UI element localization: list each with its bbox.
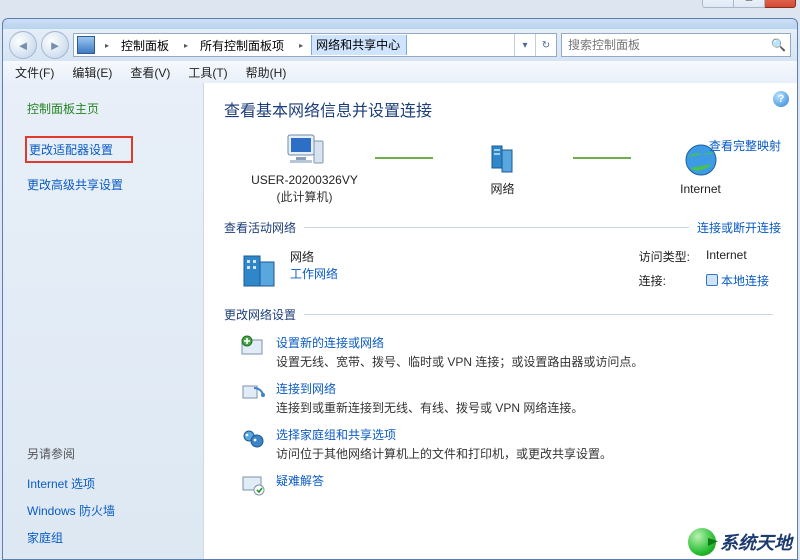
connector-line (375, 157, 433, 159)
content-area: 控制面板主页 更改适配器设置 更改高级共享设置 另请参阅 Internet 选项… (3, 83, 797, 559)
menu-view[interactable]: 查看(V) (122, 62, 178, 83)
menu-edit[interactable]: 编辑(E) (64, 62, 120, 83)
active-network-name: 网络 (290, 248, 639, 265)
homegroup-icon (240, 426, 266, 452)
sidebar-home[interactable]: 控制面板主页 (25, 95, 195, 122)
task-troubleshoot-link[interactable]: 疑难解答 (276, 472, 777, 489)
active-network-info: 网络 工作网络 (290, 248, 639, 292)
explorer-window: ◄ ► ▸ 控制面板 ▸ 所有控制面板项 ▸ 网络和共享中心 ▾ ↻ 🔍 文件(… (2, 18, 798, 560)
network-icon (482, 140, 524, 180)
connector-line (573, 157, 631, 159)
chevron-right-icon[interactable]: ▸ (295, 41, 307, 50)
node-network[interactable]: 网络 (433, 140, 573, 197)
task-connect-network: 连接到网络 连接到或重新连接到无线、有线、拨号或 VPN 网络连接。 (224, 375, 781, 421)
highlight-box: 更改适配器设置 (25, 136, 133, 163)
active-network-category-link[interactable]: 工作网络 (290, 265, 639, 282)
sidebar-adapter-settings[interactable]: 更改适配器设置 (25, 136, 195, 163)
active-networks-title: 查看活动网络 (224, 219, 296, 236)
page-heading: 查看基本网络信息并设置连接 (224, 97, 781, 121)
address-dropdown-button[interactable]: ▾ (514, 34, 535, 56)
building-icon (236, 248, 280, 292)
menu-help[interactable]: 帮助(H) (238, 62, 295, 83)
task-setup-connection-desc: 设置无线、宽带、拨号、临时或 VPN 连接；或设置路由器或访问点。 (276, 353, 777, 370)
sidebar-internet-options[interactable]: Internet 选项 (25, 470, 195, 497)
view-full-map-link[interactable]: 查看完整映射 (709, 137, 781, 154)
nav-bar: ◄ ► ▸ 控制面板 ▸ 所有控制面板项 ▸ 网络和共享中心 ▾ ↻ 🔍 (3, 29, 797, 62)
refresh-button[interactable]: ↻ (535, 34, 556, 56)
sidebar-advanced-sharing[interactable]: 更改高级共享设置 (25, 171, 195, 198)
task-homegroup-sharing-desc: 访问位于其他网络计算机上的文件和打印机，或更改共享设置。 (276, 445, 777, 462)
connect-network-icon (240, 380, 266, 406)
menu-file[interactable]: 文件(F) (7, 62, 62, 83)
plug-icon (706, 274, 718, 286)
maximize-button[interactable]: ◻ (734, 0, 765, 8)
computer-icon (284, 131, 326, 171)
troubleshoot-icon (240, 472, 266, 498)
menu-tools[interactable]: 工具(T) (180, 62, 235, 83)
sidebar-homegroup[interactable]: 家庭组 (25, 524, 195, 551)
divider (304, 227, 689, 228)
sidebar-windows-firewall[interactable]: Windows 防火墙 (25, 497, 195, 524)
sidebar: 控制面板主页 更改适配器设置 更改高级共享设置 另请参阅 Internet 选项… (3, 83, 203, 559)
back-button[interactable]: ◄ (9, 31, 37, 59)
address-bar[interactable]: ▸ 控制面板 ▸ 所有控制面板项 ▸ 网络和共享中心 ▾ ↻ (73, 33, 557, 57)
local-connection-link[interactable]: 本地连接 (721, 274, 769, 288)
node-this-pc[interactable]: USER-20200326VY (此计算机) (235, 131, 375, 205)
connect-disconnect-link[interactable]: 连接或断开连接 (697, 219, 781, 236)
close-button[interactable]: ✕ (765, 0, 796, 8)
chevron-right-icon[interactable]: ▸ (101, 41, 113, 50)
active-network-props: 访问类型: Internet 连接: 本地连接 (639, 248, 769, 292)
change-settings-header: 更改网络设置 (224, 306, 781, 323)
task-connect-network-desc: 连接到或重新连接到无线、有线、拨号或 VPN 网络连接。 (276, 399, 777, 416)
task-connect-network-link[interactable]: 连接到网络 (276, 380, 777, 397)
menu-bar: 文件(F) 编辑(E) 查看(V) 工具(T) 帮助(H) (3, 61, 797, 84)
address-tail: ▾ ↻ (514, 34, 556, 56)
task-homegroup-sharing: 选择家庭组和共享选项 访问位于其他网络计算机上的文件和打印机，或更改共享设置。 (224, 421, 781, 467)
setup-connection-icon (240, 334, 266, 360)
active-network-row: 网络 工作网络 访问类型: Internet 连接: 本地连接 (224, 242, 781, 292)
crumb-control-panel[interactable]: 控制面板 (117, 34, 176, 56)
search-input[interactable] (566, 37, 771, 53)
sidebar-seealso-label: 另请参阅 (25, 441, 195, 470)
active-networks-header: 查看活动网络 连接或断开连接 (224, 219, 781, 236)
main-panel: ? 查看基本网络信息并设置连接 查看完整映射 USER-2020032 (203, 83, 797, 559)
forward-button[interactable]: ► (41, 31, 69, 59)
connection-label: 连接: (639, 272, 690, 293)
crumb-all-items[interactable]: 所有控制面板项 (196, 34, 291, 56)
crumb-network-center[interactable]: 网络和共享中心 (311, 35, 407, 55)
access-type-label: 访问类型: (639, 248, 690, 269)
minimize-button[interactable]: — (702, 0, 734, 8)
node-pc-label: USER-20200326VY (251, 173, 358, 188)
node-pc-sublabel: (此计算机) (277, 190, 333, 205)
task-setup-connection-link[interactable]: 设置新的连接或网络 (276, 334, 777, 351)
node-network-label: 网络 (490, 182, 514, 197)
task-list: 设置新的连接或网络 设置无线、宽带、拨号、临时或 VPN 连接；或设置路由器或访… (224, 329, 781, 503)
task-setup-connection: 设置新的连接或网络 设置无线、宽带、拨号、临时或 VPN 连接；或设置路由器或访… (224, 329, 781, 375)
node-internet-label: Internet (680, 182, 721, 197)
help-icon[interactable]: ? (773, 91, 789, 107)
change-settings-title: 更改网络设置 (224, 306, 296, 323)
search-box[interactable]: 🔍 (561, 33, 791, 57)
chevron-right-icon[interactable]: ▸ (180, 41, 192, 50)
network-map: 查看完整映射 USER-20200326VY (此计算机) (224, 131, 781, 205)
access-type-value: Internet (706, 248, 769, 269)
title-bar[interactable] (3, 19, 797, 29)
task-homegroup-sharing-link[interactable]: 选择家庭组和共享选项 (276, 426, 777, 443)
task-troubleshoot: 疑难解答 (224, 467, 781, 503)
divider (304, 314, 773, 315)
search-icon[interactable]: 🔍 (771, 38, 786, 52)
control-panel-icon (77, 36, 95, 54)
